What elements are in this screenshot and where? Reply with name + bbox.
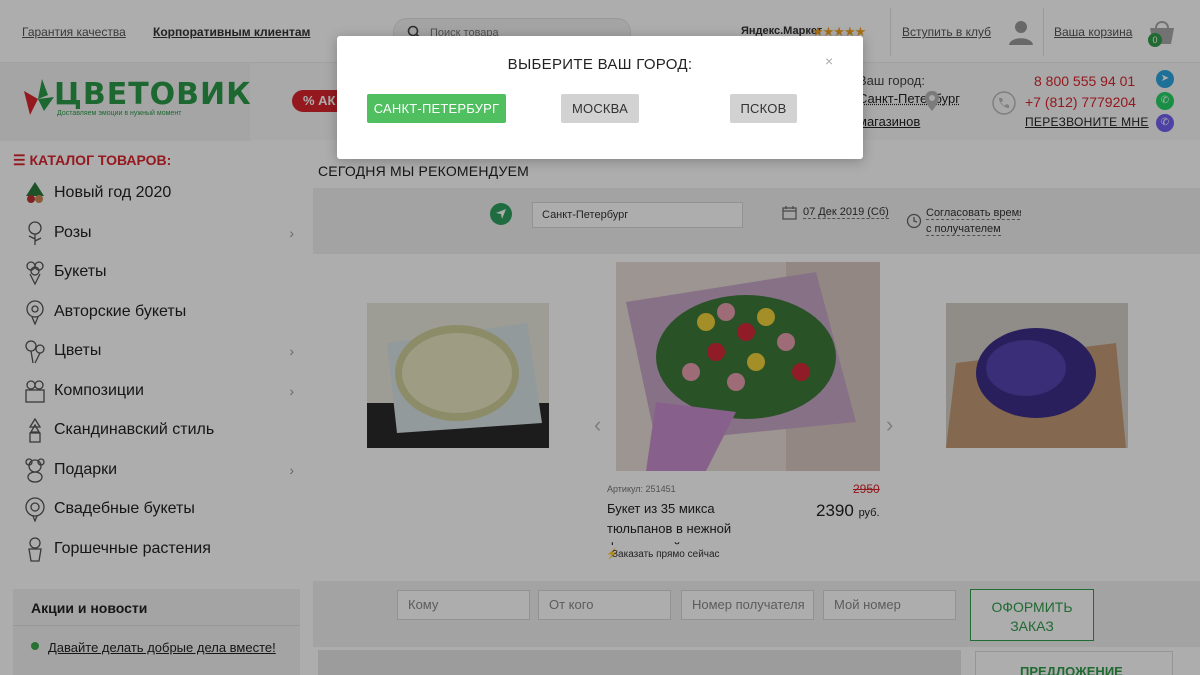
city-button-pskov[interactable]: ПСКОВ [730,94,797,123]
city-button-spb[interactable]: САНКТ-ПЕТЕРБУРГ [367,94,506,123]
city-select-modal: ВЫБЕРИТЕ ВАШ ГОРОД: × САНКТ-ПЕТЕРБУРГ МО… [337,36,863,159]
modal-title: ВЫБЕРИТЕ ВАШ ГОРОД: [337,56,863,73]
close-icon[interactable]: × [825,53,833,69]
city-button-moscow[interactable]: МОСКВА [561,94,639,123]
